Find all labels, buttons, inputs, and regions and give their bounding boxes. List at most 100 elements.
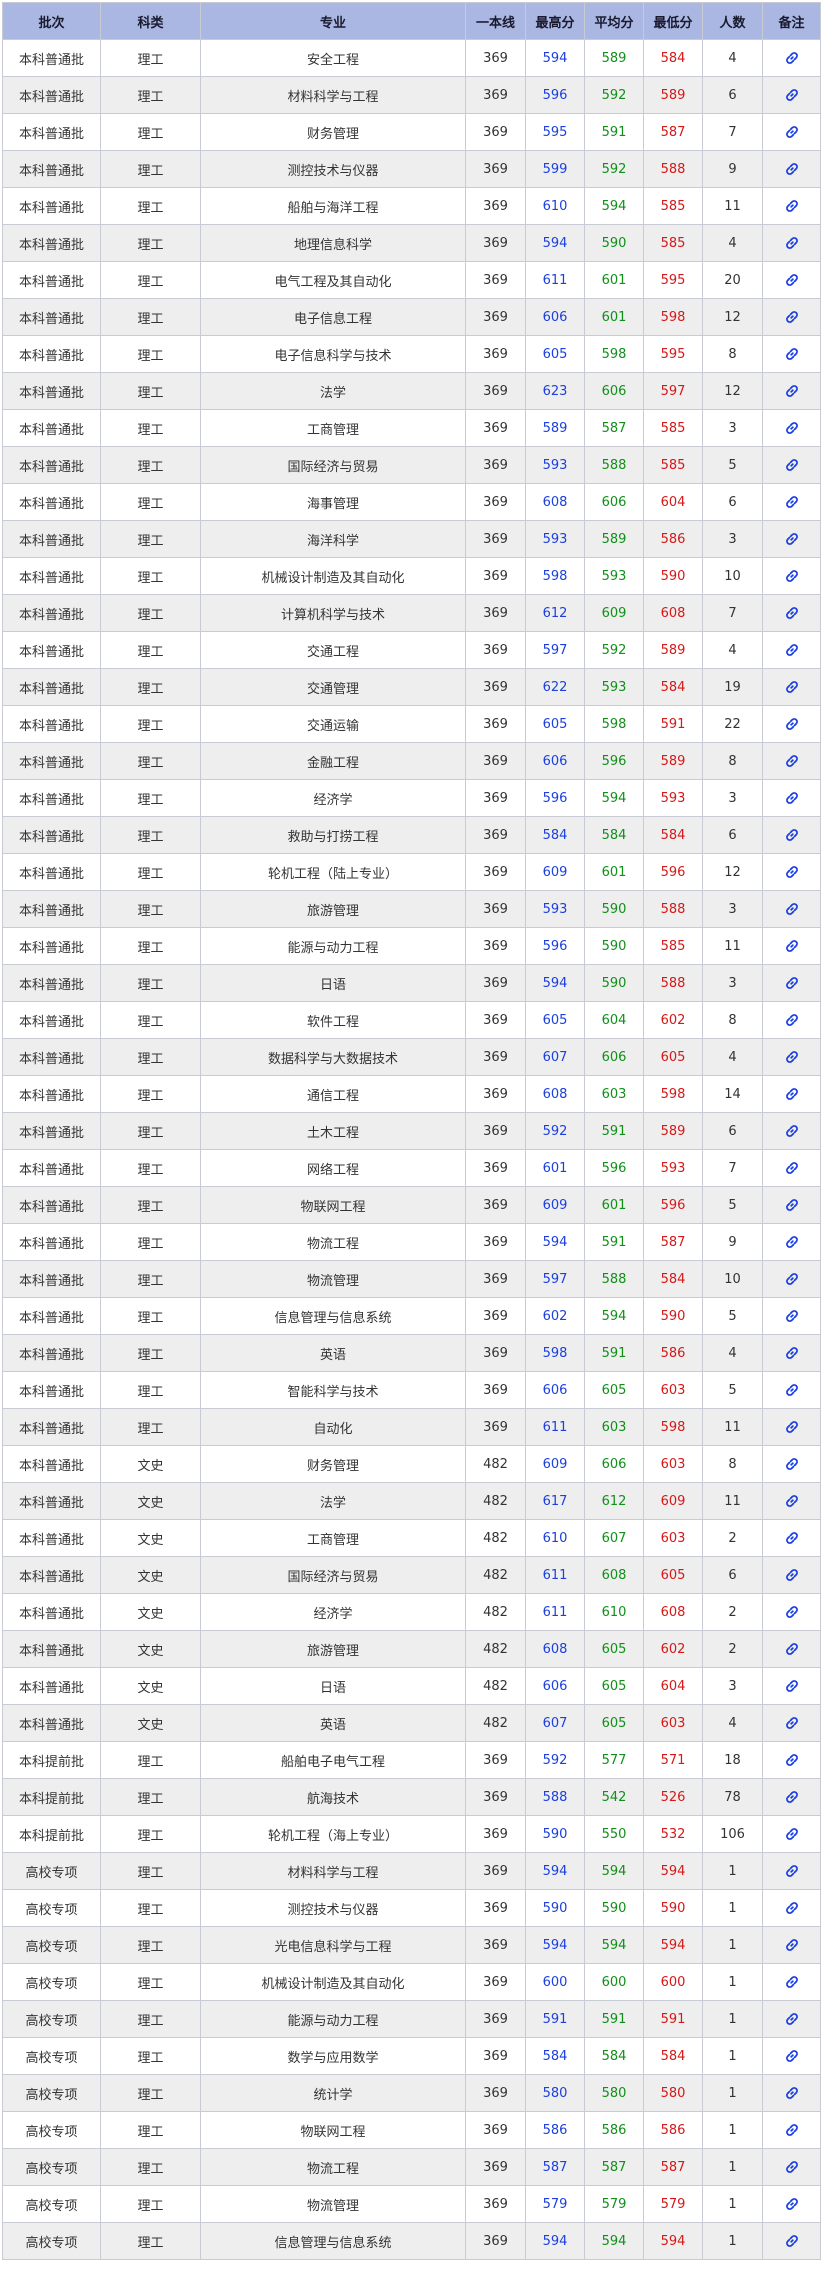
link-icon[interactable] [785, 51, 799, 65]
link-icon[interactable] [785, 1346, 799, 1360]
cell-avg: 605 [584, 1667, 644, 1705]
link-icon[interactable] [785, 1568, 799, 1582]
table-row: 本科普通批 理工 智能科学与技术 369 606 605 603 5 [2, 1371, 821, 1409]
link-icon[interactable] [785, 939, 799, 953]
cell-max: 590 [525, 1889, 585, 1927]
link-icon[interactable] [785, 384, 799, 398]
link-icon[interactable] [785, 2012, 799, 2026]
cell-min: 603 [643, 1445, 703, 1483]
link-icon[interactable] [785, 976, 799, 990]
link-icon[interactable] [785, 865, 799, 879]
link-icon[interactable] [785, 1753, 799, 1767]
link-icon[interactable] [785, 717, 799, 731]
cell-max: 601 [525, 1149, 585, 1187]
cell-batch: 本科普通批 [2, 1556, 101, 1594]
table-row: 本科普通批 理工 海洋科学 369 593 589 586 3 [2, 520, 821, 558]
cell-avg: 584 [584, 816, 644, 854]
link-icon[interactable] [785, 1716, 799, 1730]
cell-batch: 本科普通批 [2, 1408, 101, 1446]
link-icon[interactable] [785, 1494, 799, 1508]
table-row: 本科普通批 文史 经济学 482 611 610 608 2 [2, 1593, 821, 1631]
link-icon[interactable] [785, 1087, 799, 1101]
link-icon[interactable] [785, 1235, 799, 1249]
cell-line: 482 [465, 1445, 526, 1483]
link-icon[interactable] [785, 2234, 799, 2248]
link-icon[interactable] [785, 1272, 799, 1286]
link-icon[interactable] [785, 606, 799, 620]
cell-batch: 本科普通批 [2, 631, 101, 669]
cell-major: 土木工程 [200, 1112, 466, 1150]
link-icon[interactable] [785, 2086, 799, 2100]
table-row: 高校专项 理工 物流管理 369 579 579 579 1 [2, 2185, 821, 2223]
link-icon[interactable] [785, 569, 799, 583]
cell-note [762, 1815, 821, 1853]
cell-category: 理工 [100, 446, 201, 484]
table-row: 高校专项 理工 机械设计制造及其自动化 369 600 600 600 1 [2, 1963, 821, 2001]
link-icon[interactable] [785, 1383, 799, 1397]
link-icon[interactable] [785, 1309, 799, 1323]
link-icon[interactable] [785, 1198, 799, 1212]
cell-note [762, 1038, 821, 1076]
link-icon[interactable] [785, 1457, 799, 1471]
link-icon[interactable] [785, 125, 799, 139]
link-icon[interactable] [785, 1605, 799, 1619]
link-icon[interactable] [785, 347, 799, 361]
table-row: 高校专项 理工 光电信息科学与工程 369 594 594 594 1 [2, 1926, 821, 1964]
link-icon[interactable] [785, 199, 799, 213]
link-icon[interactable] [785, 1790, 799, 1804]
link-icon[interactable] [785, 1050, 799, 1064]
cell-avg: 598 [584, 335, 644, 373]
link-icon[interactable] [785, 2049, 799, 2063]
cell-batch: 本科普通批 [2, 1186, 101, 1224]
cell-batch: 本科普通批 [2, 594, 101, 632]
cell-category: 理工 [100, 2148, 201, 2186]
link-icon[interactable] [785, 1013, 799, 1027]
link-icon[interactable] [785, 791, 799, 805]
link-icon[interactable] [785, 1124, 799, 1138]
cell-batch: 本科普通批 [2, 372, 101, 410]
cell-major: 救助与打捞工程 [200, 816, 466, 854]
link-icon[interactable] [785, 236, 799, 250]
link-icon[interactable] [785, 273, 799, 287]
table-row: 本科普通批 理工 船舶与海洋工程 369 610 594 585 11 [2, 187, 821, 225]
link-icon[interactable] [785, 1531, 799, 1545]
link-icon[interactable] [785, 1827, 799, 1841]
link-icon[interactable] [785, 532, 799, 546]
link-icon[interactable] [785, 1901, 799, 1915]
link-icon[interactable] [785, 680, 799, 694]
link-icon[interactable] [785, 754, 799, 768]
cell-category: 理工 [100, 1149, 201, 1187]
cell-category: 理工 [100, 1223, 201, 1261]
header-line: 一本线 [465, 2, 526, 40]
cell-line: 369 [465, 113, 526, 151]
link-icon[interactable] [785, 2197, 799, 2211]
link-icon[interactable] [785, 1938, 799, 1952]
cell-line: 369 [465, 1260, 526, 1298]
link-icon[interactable] [785, 1420, 799, 1434]
link-icon[interactable] [785, 495, 799, 509]
cell-major: 财务管理 [200, 113, 466, 151]
link-icon[interactable] [785, 88, 799, 102]
link-icon[interactable] [785, 1679, 799, 1693]
cell-category: 理工 [100, 742, 201, 780]
cell-category: 理工 [100, 853, 201, 891]
link-icon[interactable] [785, 1161, 799, 1175]
link-icon[interactable] [785, 458, 799, 472]
cell-major: 机械设计制造及其自动化 [200, 557, 466, 595]
cell-note [762, 483, 821, 521]
link-icon[interactable] [785, 1864, 799, 1878]
link-icon[interactable] [785, 2160, 799, 2174]
link-icon[interactable] [785, 902, 799, 916]
link-icon[interactable] [785, 2123, 799, 2137]
cell-major: 数学与应用数学 [200, 2037, 466, 2075]
link-icon[interactable] [785, 1975, 799, 1989]
link-icon[interactable] [785, 1642, 799, 1656]
link-icon[interactable] [785, 310, 799, 324]
cell-min: 585 [643, 409, 703, 447]
cell-major: 英语 [200, 1334, 466, 1372]
link-icon[interactable] [785, 828, 799, 842]
link-icon[interactable] [785, 643, 799, 657]
link-icon[interactable] [785, 421, 799, 435]
link-icon[interactable] [785, 162, 799, 176]
cell-line: 369 [465, 1186, 526, 1224]
